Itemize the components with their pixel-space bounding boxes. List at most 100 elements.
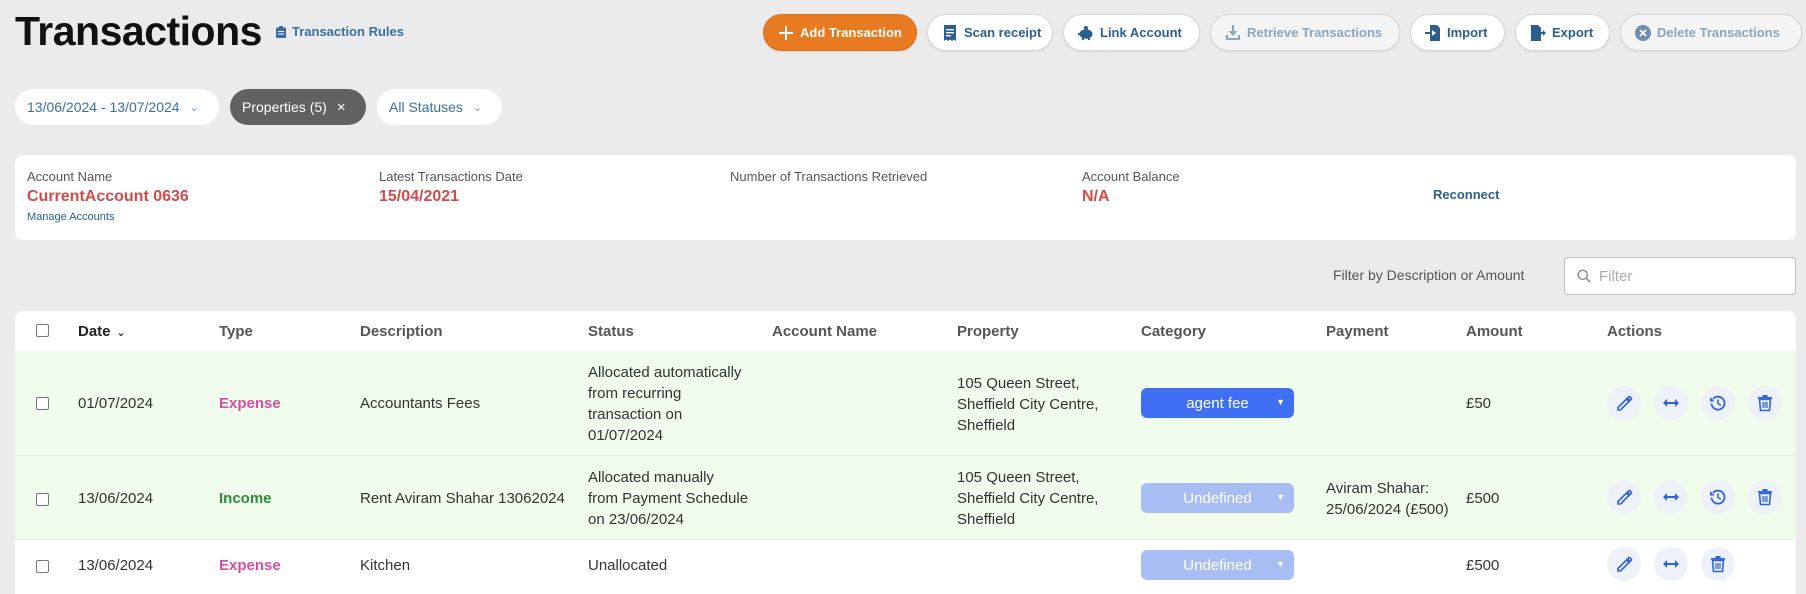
row-date: 13/06/2024 <box>78 557 154 574</box>
export-label: Export <box>1552 25 1594 40</box>
pencil-icon <box>1617 395 1633 411</box>
table-row: 13/06/2024 Expense Kitchen Unallocated U… <box>15 539 1796 594</box>
category-dropdown[interactable]: Undefined ▼ <box>1141 483 1294 513</box>
retrieve-transactions-button[interactable]: Retrieve Transactions <box>1210 14 1400 51</box>
date-range-filter[interactable]: 13/06/2024 - 13/07/2024 ⌄ <box>15 89 219 125</box>
link-account-button[interactable]: Link Account <box>1063 14 1200 51</box>
row-description: Rent Aviram Shahar 13062024 <box>360 490 565 507</box>
row-type: Expense <box>219 395 281 412</box>
transaction-rules-link[interactable]: Transaction Rules <box>276 24 404 39</box>
category-value: agent fee <box>1186 394 1249 412</box>
row-status: Unallocated <box>588 555 667 576</box>
edit-button[interactable] <box>1607 480 1641 514</box>
piggy-bank-icon <box>1078 25 1093 40</box>
col-date-label: Date <box>78 323 111 340</box>
retrieve-transactions-label: Retrieve Transactions <box>1247 25 1383 40</box>
history-button[interactable] <box>1701 480 1735 514</box>
import-button[interactable]: Import <box>1410 14 1505 51</box>
caret-down-icon: ▼ <box>1276 397 1285 407</box>
reconnect-link[interactable]: Reconnect <box>1433 187 1499 202</box>
caret-down-icon: ▼ <box>1276 559 1285 569</box>
file-import-icon <box>1425 24 1440 41</box>
row-amount: £500 <box>1466 557 1500 574</box>
row-date: 13/06/2024 <box>78 490 154 507</box>
col-property: Property <box>957 323 1019 340</box>
row-description: Kitchen <box>360 557 411 574</box>
download-icon <box>1226 24 1240 40</box>
row-checkbox[interactable] <box>36 397 49 410</box>
filter-label: Filter by Description or Amount <box>1333 267 1525 283</box>
caret-down-icon: ▼ <box>1276 492 1285 502</box>
row-property-line: Sheffield City Centre, <box>957 490 1099 507</box>
row-checkbox[interactable] <box>36 493 49 506</box>
properties-value: Properties (5) <box>242 99 327 115</box>
transfer-button[interactable] <box>1654 386 1688 420</box>
delete-transactions-label: Delete Transactions <box>1657 25 1780 40</box>
add-transaction-button[interactable]: Add Transaction <box>763 14 917 51</box>
history-button[interactable] <box>1701 386 1735 420</box>
edit-button[interactable] <box>1607 386 1641 420</box>
col-date[interactable]: Date ⌄ <box>78 321 126 344</box>
category-dropdown[interactable]: agent fee ▼ <box>1141 388 1294 418</box>
status-filter[interactable]: All Statuses ⌄ <box>377 89 502 125</box>
row-property-line: 105 Queen Street, <box>957 469 1080 486</box>
transaction-rules-label: Transaction Rules <box>292 24 404 39</box>
filter-input[interactable] <box>1599 267 1779 285</box>
export-button[interactable]: Export <box>1515 14 1610 51</box>
row-status-line: from Payment Schedule <box>588 490 749 507</box>
account-balance-section: Account Balance N/A <box>1082 169 1180 206</box>
row-type: Income <box>219 490 272 507</box>
scan-receipt-button[interactable]: Scan receipt <box>927 14 1053 51</box>
chevron-down-icon: ⌄ <box>472 101 483 114</box>
row-status-line: Unallocated <box>588 557 668 574</box>
transfer-button[interactable] <box>1654 547 1688 581</box>
col-account-name: Account Name <box>772 323 878 340</box>
pencil-icon <box>1617 556 1633 572</box>
col-status: Status <box>588 323 634 340</box>
account-name-value: CurrentAccount 0636 <box>27 188 189 205</box>
arrows-horizontal-icon <box>1663 399 1679 407</box>
transactions-table: Date ⌄ Type Description Status Account Na… <box>15 311 1796 594</box>
history-icon <box>1710 489 1726 505</box>
latest-date-section: Latest Transactions Date 15/04/2021 <box>379 169 523 206</box>
close-icon[interactable]: × <box>337 99 346 116</box>
col-type: Type <box>219 323 253 340</box>
row-amount: £50 <box>1466 395 1492 412</box>
delete-button[interactable] <box>1748 386 1782 420</box>
col-amount: Amount <box>1466 323 1523 340</box>
row-checkbox[interactable] <box>36 560 49 573</box>
edit-button[interactable] <box>1607 547 1641 581</box>
account-balance-value: N/A <box>1082 188 1110 205</box>
trash-icon <box>1758 395 1772 412</box>
clipboard-icon <box>276 25 286 38</box>
manage-accounts-link[interactable]: Manage Accounts <box>27 211 189 223</box>
file-export-icon <box>1531 24 1546 41</box>
transactions-count-label: Number of Transactions Retrieved <box>730 169 928 184</box>
table-row: 13/06/2024 Income Rent Aviram Shahar 130… <box>15 456 1796 539</box>
col-actions: Actions <box>1607 323 1663 340</box>
delete-transactions-button[interactable]: Delete Transactions <box>1620 14 1802 51</box>
row-payment-line: Aviram Shahar: <box>1326 480 1430 497</box>
circle-x-icon <box>1635 24 1651 41</box>
transfer-button[interactable] <box>1654 480 1688 514</box>
properties-filter[interactable]: Properties (5) × <box>230 89 366 125</box>
row-property-line: 105 Queen Street, <box>957 375 1080 392</box>
category-value: Undefined <box>1183 556 1252 574</box>
row-property-line: Sheffield <box>957 511 1016 528</box>
row-payment-line: 25/06/2024 (£500) <box>1326 501 1449 518</box>
row-status-line: 01/07/2024 <box>588 427 664 444</box>
row-status-line: on 23/06/2024 <box>588 511 684 528</box>
row-amount: £500 <box>1466 490 1500 507</box>
trash-icon <box>1711 556 1725 573</box>
filter-field[interactable] <box>1564 257 1796 295</box>
row-status: Allocated automatically from recurring t… <box>588 362 741 446</box>
account-name-section: Account Name CurrentAccount 0636 Manage … <box>27 169 189 223</box>
category-dropdown[interactable]: Undefined ▼ <box>1141 550 1294 580</box>
filter-bar: 13/06/2024 - 13/07/2024 ⌄ Properties (5)… <box>15 89 502 125</box>
account-balance-label: Account Balance <box>1082 169 1180 184</box>
pencil-icon <box>1617 489 1633 505</box>
delete-button[interactable] <box>1748 480 1782 514</box>
select-all-checkbox[interactable] <box>36 324 49 337</box>
link-account-label: Link Account <box>1100 25 1182 40</box>
delete-button[interactable] <box>1701 547 1735 581</box>
